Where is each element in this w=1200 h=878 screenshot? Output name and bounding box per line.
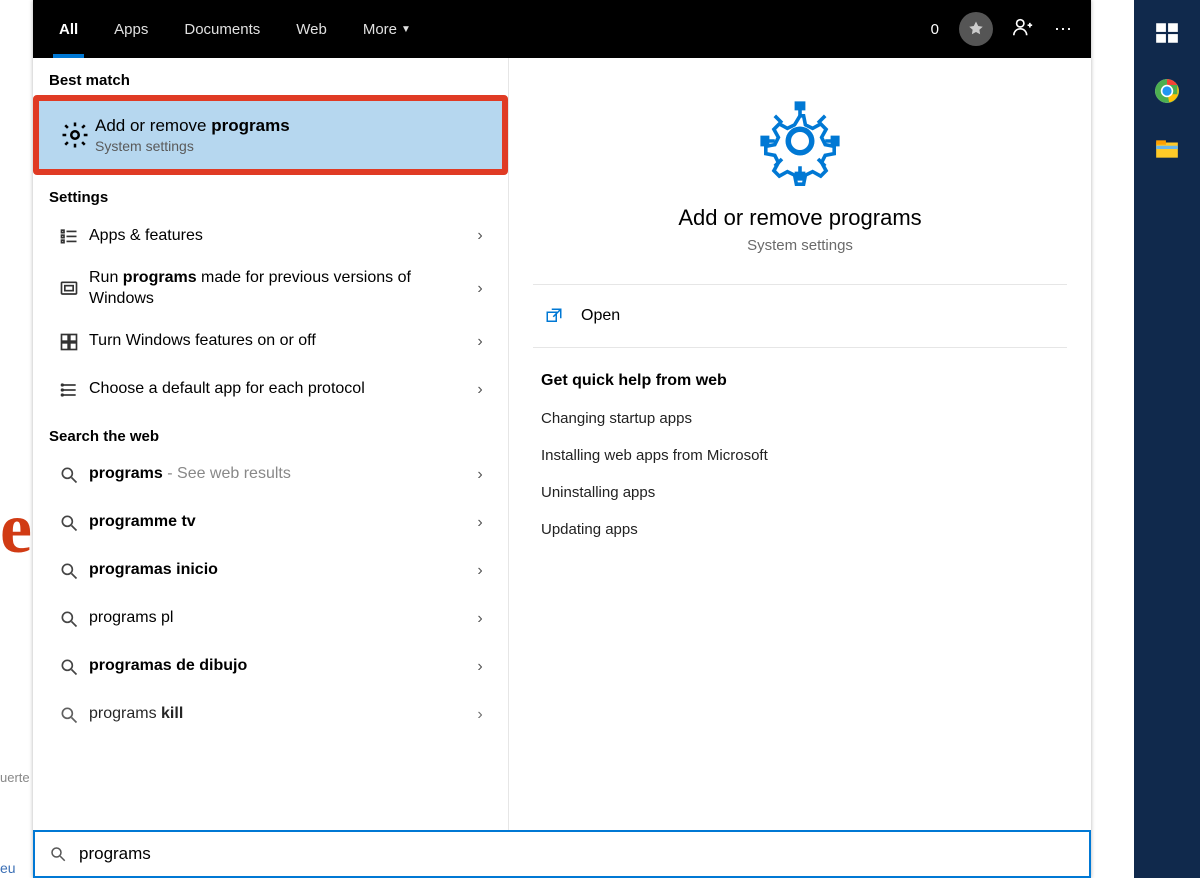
settings-result-label: Apps & features [89,226,468,247]
chevron-right-icon: › [468,562,492,580]
search-icon [49,657,89,677]
quick-help-link[interactable]: Uninstalling apps [533,474,1067,511]
search-icon [49,705,89,725]
preview-pane: Add or remove programs System settings O… [509,58,1091,830]
chevron-right-icon: › [468,610,492,628]
windows-search-panel: All Apps Documents Web More ▼ 0 ⋯ Best ma… [33,0,1091,878]
chevron-down-icon: ▼ [401,24,411,35]
web-result[interactable]: programs - See web results › [33,451,508,499]
best-match-title: Add or remove programs [95,116,290,136]
best-match-subtitle: System settings [95,138,290,154]
tab-more[interactable]: More ▼ [345,0,429,58]
background-edge-logo-fragment: e [0,500,33,558]
section-search-web: Search the web [33,414,508,451]
web-result[interactable]: programs pl › [33,595,508,643]
gear-icon [55,120,95,150]
web-result-label: programas de dibujo [89,656,468,677]
start-button[interactable] [1146,12,1188,54]
apps-features-icon [49,226,89,246]
web-result[interactable]: programas inicio › [33,547,508,595]
compatibility-icon [49,279,89,299]
settings-result-label: Run programs made for previous versions … [89,268,468,310]
search-icon [49,845,67,863]
tab-all-label: All [59,21,78,38]
web-result-label: programme tv [89,512,468,533]
web-result-label: programs pl [89,608,468,629]
web-result-label: programs kill [89,704,468,725]
more-options-icon[interactable]: ⋯ [1043,19,1083,40]
tab-documents[interactable]: Documents [166,0,278,58]
open-icon [545,307,563,325]
taskbar-chrome[interactable] [1146,70,1188,112]
preview-title: Add or remove programs [533,205,1067,231]
settings-result[interactable]: Turn Windows features on or off › [33,318,508,366]
web-result[interactable]: programme tv › [33,499,508,547]
chevron-right-icon: › [468,227,492,245]
chevron-right-icon: › [468,706,492,724]
chrome-icon [1154,78,1180,104]
search-icon [49,465,89,485]
quick-help-link[interactable]: Installing web apps from Microsoft [533,437,1067,474]
background-text-fragment: uerte [0,770,30,785]
section-best-match: Best match [33,58,508,95]
section-settings: Settings [33,175,508,212]
web-result[interactable]: programas de dibujo › [33,643,508,691]
search-icon [49,609,89,629]
account-icon[interactable] [1003,16,1043,43]
tab-web-label: Web [296,21,327,38]
taskbar [1134,0,1200,878]
taskbar-file-explorer[interactable] [1146,128,1188,170]
quick-help-link[interactable]: Changing startup apps [533,400,1067,437]
preview-subtitle: System settings [533,237,1067,254]
search-input[interactable] [79,844,1075,864]
chevron-right-icon: › [468,658,492,676]
background-text-fragment: eu [0,860,16,876]
default-app-protocol-icon [49,380,89,400]
tab-apps-label: Apps [114,21,148,38]
open-action[interactable]: Open [533,285,1067,348]
chevron-right-icon: › [468,514,492,532]
search-icon [49,513,89,533]
quick-help-header: Get quick help from web [533,348,1067,400]
gear-icon [533,96,1067,191]
search-bar[interactable] [33,830,1091,878]
search-scope-tabs: All Apps Documents Web More ▼ 0 ⋯ [33,0,1091,58]
rewards-count: 0 [931,21,939,38]
settings-result[interactable]: Run programs made for previous versions … [33,260,508,318]
web-result-label: programs - See web results [89,464,468,485]
windows-logo-icon [1154,20,1180,46]
tab-all[interactable]: All [41,0,96,58]
chevron-right-icon: › [468,381,492,399]
chevron-right-icon: › [468,466,492,484]
web-result-label: programas inicio [89,560,468,581]
tab-documents-label: Documents [184,21,260,38]
windows-features-icon [49,332,89,352]
chevron-right-icon: › [468,280,492,298]
search-icon [49,561,89,581]
chevron-right-icon: › [468,333,492,351]
quick-help-link[interactable]: Updating apps [533,511,1067,548]
settings-result[interactable]: Apps & features › [33,212,508,260]
file-explorer-icon [1154,136,1180,162]
settings-result[interactable]: Choose a default app for each protocol › [33,366,508,414]
results-column: Best match Add or remove programs System… [33,58,509,830]
settings-result-label: Choose a default app for each protocol [89,379,468,400]
best-match-result[interactable]: Add or remove programs System settings [33,95,508,175]
tab-web[interactable]: Web [278,0,345,58]
web-result[interactable]: programs kill › [33,691,508,739]
tab-more-label: More [363,21,397,38]
settings-result-label: Turn Windows features on or off [89,331,468,352]
open-label: Open [581,307,620,325]
rewards-icon[interactable] [959,12,993,46]
tab-apps[interactable]: Apps [96,0,166,58]
